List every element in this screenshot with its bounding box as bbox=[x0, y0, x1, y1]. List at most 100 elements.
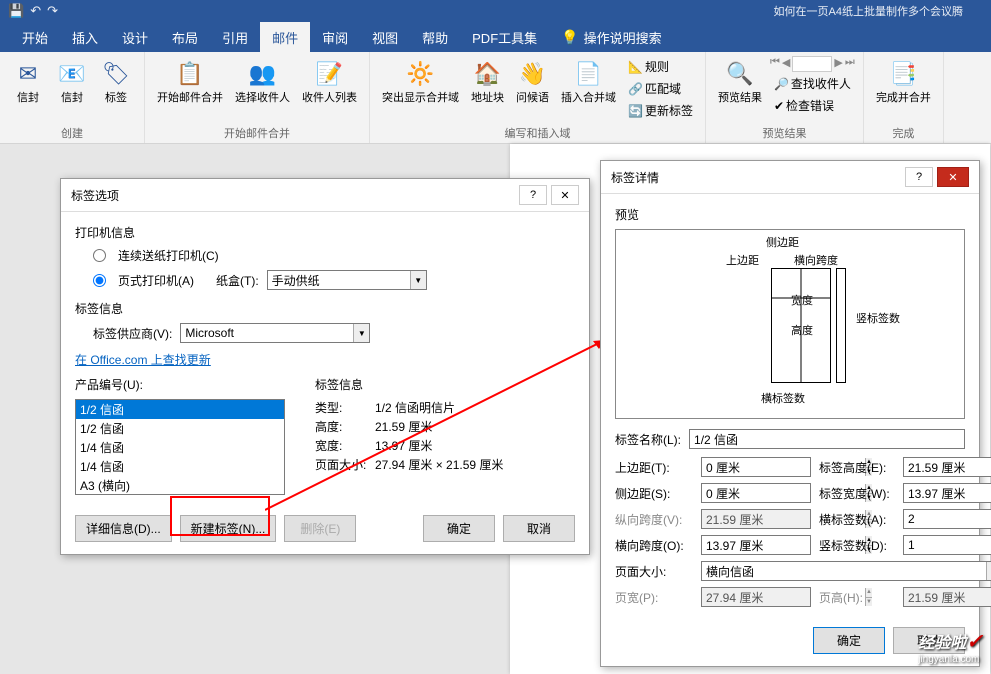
letters-button[interactable]: 📧信封 bbox=[52, 56, 92, 107]
tab-design[interactable]: 设计 bbox=[110, 22, 160, 52]
new-label-button[interactable]: 新建标签(N)... bbox=[180, 515, 277, 542]
envelope-icon: ✉ bbox=[12, 58, 44, 90]
tab-review[interactable]: 审阅 bbox=[310, 22, 360, 52]
page-printer-radio[interactable] bbox=[93, 274, 106, 287]
redo-icon[interactable]: ↷ bbox=[47, 3, 58, 19]
select-recipients-button[interactable]: 👥选择收件人 bbox=[231, 56, 294, 107]
ribbon-group-create: ✉信封 📧信封 🏷标签 创建 bbox=[0, 52, 145, 143]
label-details-dialog: 标签详情 ? ✕ 预览 侧边距 上边距 横向跨度 宽度 高度 竖标签数 横标签数… bbox=[600, 160, 980, 667]
preview-label: 预览 bbox=[615, 206, 965, 223]
chevron-down-icon: ▼ bbox=[410, 271, 426, 289]
letter-icon: 📧 bbox=[56, 58, 88, 90]
dialog-title: 标签详情 bbox=[611, 169, 901, 186]
update-icon: 🔄 bbox=[628, 104, 643, 118]
address-button[interactable]: 🏠地址块 bbox=[467, 56, 508, 107]
insert-field-button[interactable]: 📄插入合并域 bbox=[557, 56, 620, 107]
label-info-heading: 标签信息 bbox=[75, 300, 575, 317]
details-button[interactable]: 详细信息(D)... bbox=[75, 515, 172, 542]
edit-list-icon: 📝 bbox=[314, 58, 346, 90]
find-recipient-button[interactable]: 🔎查找收件人 bbox=[770, 73, 855, 94]
greeting-button[interactable]: 👋问候语 bbox=[512, 56, 553, 107]
ribbon-group-finish: 📑完成并合并 完成 bbox=[864, 52, 944, 143]
labels-button[interactable]: 🏷标签 bbox=[96, 56, 136, 107]
tab-references[interactable]: 引用 bbox=[210, 22, 260, 52]
match-icon: 🔗 bbox=[628, 82, 643, 96]
tray-select[interactable]: 手动供纸 ▼ bbox=[267, 270, 427, 290]
tab-tellme[interactable]: 💡 操作说明搜索 bbox=[549, 22, 673, 52]
finish-merge-button[interactable]: 📑完成并合并 bbox=[872, 56, 935, 107]
watermark: 经验啦✓ jingyanla.com bbox=[918, 629, 983, 665]
vendor-select[interactable]: Microsoft ▼ bbox=[180, 323, 370, 343]
vendor-label: 标签供应商(V): bbox=[93, 325, 172, 342]
close-icon[interactable]: ✕ bbox=[551, 185, 579, 205]
title-bar: 💾 ↶ ↷ 如何在一页A4纸上批量制作多个会议腾 bbox=[0, 0, 991, 22]
tab-insert[interactable]: 插入 bbox=[60, 22, 110, 52]
check-errors-button[interactable]: ✔检查错误 bbox=[770, 95, 855, 116]
tab-home[interactable]: 开始 bbox=[10, 22, 60, 52]
side-margin-input[interactable]: ▲▼ bbox=[701, 483, 811, 503]
continuous-label: 连续送纸打印机(C) bbox=[118, 247, 219, 264]
next-record-icon[interactable]: ▶ bbox=[834, 56, 842, 72]
hcount-input[interactable]: ▲▼ bbox=[903, 509, 991, 529]
rules-button[interactable]: 📐规则 bbox=[624, 56, 697, 77]
record-number-input[interactable] bbox=[792, 56, 832, 72]
help-icon[interactable]: ? bbox=[519, 185, 547, 205]
ribbon-tabs: 开始 插入 设计 布局 引用 邮件 审阅 视图 帮助 PDF工具集 💡 操作说明… bbox=[0, 22, 991, 52]
ok-button[interactable]: 确定 bbox=[813, 627, 885, 654]
chevron-down-icon: ▼ bbox=[353, 324, 369, 342]
continuous-radio[interactable] bbox=[93, 249, 106, 262]
tab-help[interactable]: 帮助 bbox=[410, 22, 460, 52]
address-icon: 🏠 bbox=[472, 58, 504, 90]
preview-diagram: 侧边距 上边距 横向跨度 宽度 高度 竖标签数 横标签数 bbox=[615, 229, 965, 419]
tray-label: 纸盒(T): bbox=[216, 272, 259, 289]
match-button[interactable]: 🔗匹配域 bbox=[624, 78, 697, 99]
ribbon-group-preview: 🔍预览结果 ⏮◀▶⏭ 🔎查找收件人 ✔检查错误 预览结果 bbox=[706, 52, 864, 143]
highlight-button[interactable]: 🔆突出显示合并域 bbox=[378, 56, 463, 107]
edit-recipients-button[interactable]: 📝收件人列表 bbox=[298, 56, 361, 107]
greeting-icon: 👋 bbox=[517, 58, 549, 90]
product-listbox[interactable]: 1/2 信函 1/2 信函 1/4 信函 1/4 信函 A3 (横向) A3 (… bbox=[75, 399, 285, 495]
cancel-button[interactable]: 取消 bbox=[503, 515, 575, 542]
list-item[interactable]: 1/4 信函 bbox=[76, 438, 284, 457]
save-icon[interactable]: 💾 bbox=[8, 3, 24, 19]
hspan-input[interactable]: ▲▼ bbox=[701, 535, 811, 555]
pagewidth-input: ▲▼ bbox=[701, 587, 811, 607]
lightbulb-icon: 💡 bbox=[561, 29, 578, 46]
page-printer-row: 页式打印机(A) 纸盒(T): 手动供纸 ▼ bbox=[93, 270, 575, 290]
help-icon[interactable]: ? bbox=[905, 167, 933, 187]
first-record-icon[interactable]: ⏮ bbox=[770, 56, 780, 72]
envelopes-button[interactable]: ✉信封 bbox=[8, 56, 48, 107]
tab-pdf[interactable]: PDF工具集 bbox=[460, 22, 549, 52]
check-icon: ✔ bbox=[774, 99, 784, 113]
update-button[interactable]: 🔄更新标签 bbox=[624, 100, 697, 121]
label-width-input[interactable]: ▲▼ bbox=[903, 483, 991, 503]
preview-button[interactable]: 🔍预览结果 bbox=[714, 56, 766, 107]
product-number-label: 产品编号(U): bbox=[75, 376, 285, 393]
list-item[interactable]: 1/2 信函 bbox=[76, 400, 284, 419]
tab-mailings[interactable]: 邮件 bbox=[260, 22, 310, 52]
pagesize-select[interactable]: 横向信函 ▼ bbox=[701, 561, 991, 581]
undo-icon[interactable]: ↶ bbox=[30, 3, 41, 19]
tab-view[interactable]: 视图 bbox=[360, 22, 410, 52]
continuous-printer-row: 连续送纸打印机(C) bbox=[93, 247, 575, 264]
list-item[interactable]: A3 (横向) bbox=[76, 476, 284, 495]
vcount-input[interactable]: ▲▼ bbox=[903, 535, 991, 555]
check-icon: ✓ bbox=[966, 631, 983, 653]
close-icon[interactable]: ✕ bbox=[937, 167, 969, 187]
chevron-down-icon: ▼ bbox=[986, 562, 991, 580]
list-item[interactable]: 1/4 信函 bbox=[76, 457, 284, 476]
name-input[interactable] bbox=[689, 429, 965, 449]
prev-record-icon[interactable]: ◀ bbox=[782, 56, 790, 72]
ok-button[interactable]: 确定 bbox=[423, 515, 495, 542]
list-item[interactable]: 1/2 信函 bbox=[76, 419, 284, 438]
dialog-title-bar: 标签详情 ? ✕ bbox=[601, 161, 979, 194]
finish-icon: 📑 bbox=[887, 58, 919, 90]
printer-info-label: 打印机信息 bbox=[75, 224, 575, 241]
tab-layout[interactable]: 布局 bbox=[160, 22, 210, 52]
office-update-link[interactable]: 在 Office.com 上查找更新 bbox=[75, 353, 211, 367]
last-record-icon[interactable]: ⏭ bbox=[845, 56, 855, 72]
delete-button[interactable]: 删除(E) bbox=[284, 515, 356, 542]
label-height-input[interactable]: ▲▼ bbox=[903, 457, 991, 477]
start-merge-button[interactable]: 📋开始邮件合并 bbox=[153, 56, 227, 107]
top-margin-input[interactable]: ▲▼ bbox=[701, 457, 811, 477]
